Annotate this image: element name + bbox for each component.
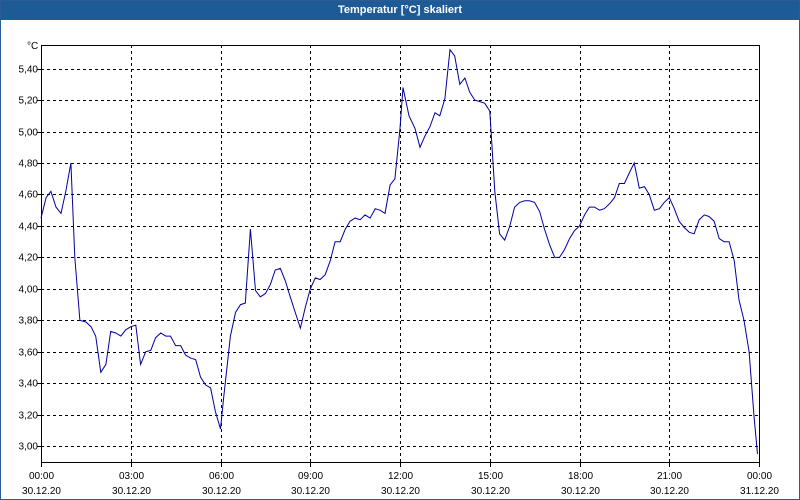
- x-tick-date-label: 30.12.20: [112, 486, 151, 497]
- y-axis-label: °C: [27, 41, 38, 52]
- x-axis-ticks: 00:00 30.12.20 03:00 30.12.20 06:00 30.12.20 0…: [22, 462, 779, 497]
- temperature-chart: 3,00 3,20 3,40 3,60 3,80 4,00 4,20 4,40 4,60 4,80…: [19, 41, 780, 497]
- window-title: Temperatur [°C] skaliert: [1, 1, 799, 20]
- x-tick-date-label: 30.12.20: [471, 486, 510, 497]
- x-tick-date-label: 30.12.20: [381, 486, 420, 497]
- x-tick-time-label: 21:00: [657, 471, 682, 482]
- y-tick-label: 3,60: [19, 348, 39, 359]
- y-tick-label: 4,20: [19, 253, 39, 264]
- x-tick-date-label: 30.12.20: [650, 486, 689, 497]
- y-tick-label: 3,80: [19, 316, 39, 327]
- series-line-temperature: [40, 48, 758, 455]
- y-tick-label: 3,40: [19, 379, 39, 390]
- x-tick-time-label: 12:00: [388, 471, 413, 482]
- x-tick-time-label: 03:00: [119, 471, 144, 482]
- x-tick-date-label: 31.12.20: [740, 486, 779, 497]
- y-tick-label: 5,40: [19, 65, 39, 76]
- x-tick-time-label: 06:00: [209, 471, 234, 482]
- y-tick-label: 4,00: [19, 285, 39, 296]
- x-tick-time-label: 00:00: [747, 471, 772, 482]
- y-tick-label: 4,40: [19, 222, 39, 233]
- grid-lines: [41, 45, 759, 462]
- y-axis-ticks: 3,00 3,20 3,40 3,60 3,80 4,00 4,20 4,40 4,60 4,80…: [19, 65, 41, 453]
- x-tick-time-label: 09:00: [298, 471, 323, 482]
- x-tick-date-label: 30.12.20: [561, 486, 600, 497]
- y-tick-label: 4,80: [19, 159, 39, 170]
- y-tick-label: 4,60: [19, 190, 39, 201]
- y-tick-label: 5,20: [19, 96, 39, 107]
- y-tick-label: 3,20: [19, 411, 39, 422]
- chart-window: Temperatur [°C] skaliert 3,00 3,20 3,40 3,6…: [0, 0, 800, 500]
- x-tick-date-label: 30.12.20: [22, 486, 61, 497]
- x-tick-time-label: 18:00: [568, 471, 593, 482]
- x-tick-date-label: 30.12.20: [202, 486, 241, 497]
- y-tick-label: 3,00: [19, 442, 39, 453]
- y-tick-label: 5,00: [19, 128, 39, 139]
- x-tick-time-label: 00:00: [29, 471, 54, 482]
- x-tick-date-label: 30.12.20: [291, 486, 330, 497]
- x-tick-time-label: 15:00: [478, 471, 503, 482]
